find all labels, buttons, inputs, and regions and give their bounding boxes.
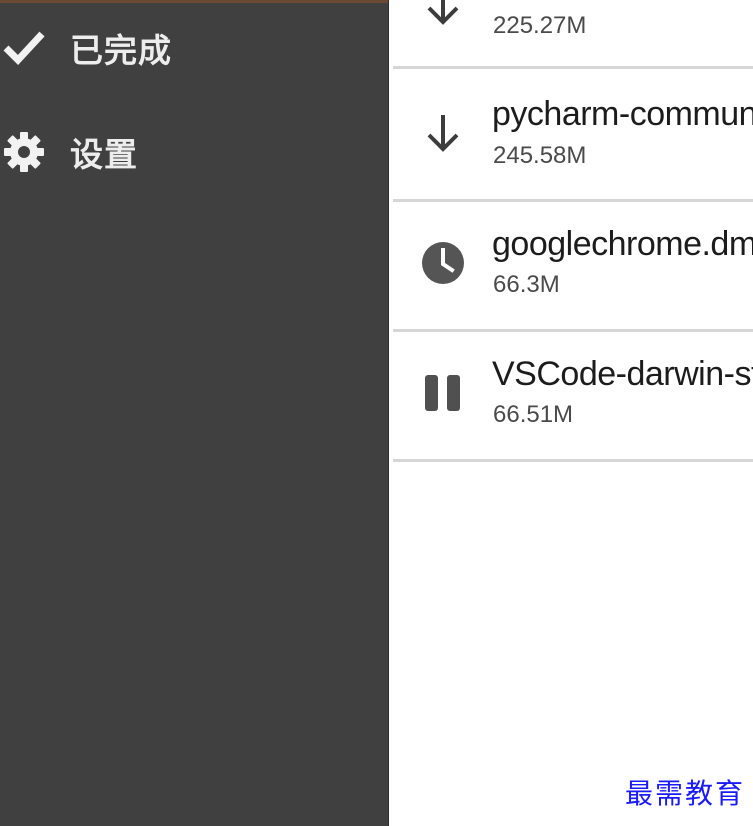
pause-icon[interactable] xyxy=(419,369,467,417)
file-size: 66.51M xyxy=(493,401,574,428)
checkmark-icon xyxy=(0,24,48,72)
sidebar-item-label: 设置 xyxy=(70,135,138,174)
download-arrow-icon[interactable] xyxy=(419,0,467,30)
sidebar-item-settings[interactable]: 设置 xyxy=(0,122,388,182)
sidebar-item-label: 已完成 xyxy=(70,31,172,70)
download-arrow-icon[interactable] xyxy=(419,109,467,157)
file-name: VSCode-darwin-stable xyxy=(492,355,753,393)
sidebar-top-border xyxy=(0,0,388,3)
download-row[interactable]: 225.27M xyxy=(393,0,753,69)
sidebar-item-completed[interactable]: 已完成 xyxy=(0,18,388,78)
file-size: 66.3M xyxy=(493,271,560,298)
file-size: 225.27M xyxy=(493,12,587,39)
download-row[interactable]: VSCode-darwin-stable 66.51M xyxy=(393,329,753,462)
file-name: googlechrome.dmg xyxy=(492,225,753,263)
download-row[interactable]: pycharm-community 245.58M xyxy=(393,69,753,202)
gear-icon xyxy=(0,128,48,176)
download-row[interactable]: googlechrome.dmg 66.3M xyxy=(393,199,753,332)
download-manager-window: 已完成 设置 225.27M pycharm-commu 245.58M goo… xyxy=(0,0,753,826)
file-size: 245.58M xyxy=(493,142,587,169)
watermark: 最需教育 xyxy=(624,777,745,810)
download-list: 225.27M pycharm-community 245.58M google… xyxy=(388,0,753,826)
sidebar: 已完成 设置 xyxy=(0,0,388,826)
file-name: pycharm-community xyxy=(492,95,753,133)
clock-icon[interactable] xyxy=(419,239,467,287)
